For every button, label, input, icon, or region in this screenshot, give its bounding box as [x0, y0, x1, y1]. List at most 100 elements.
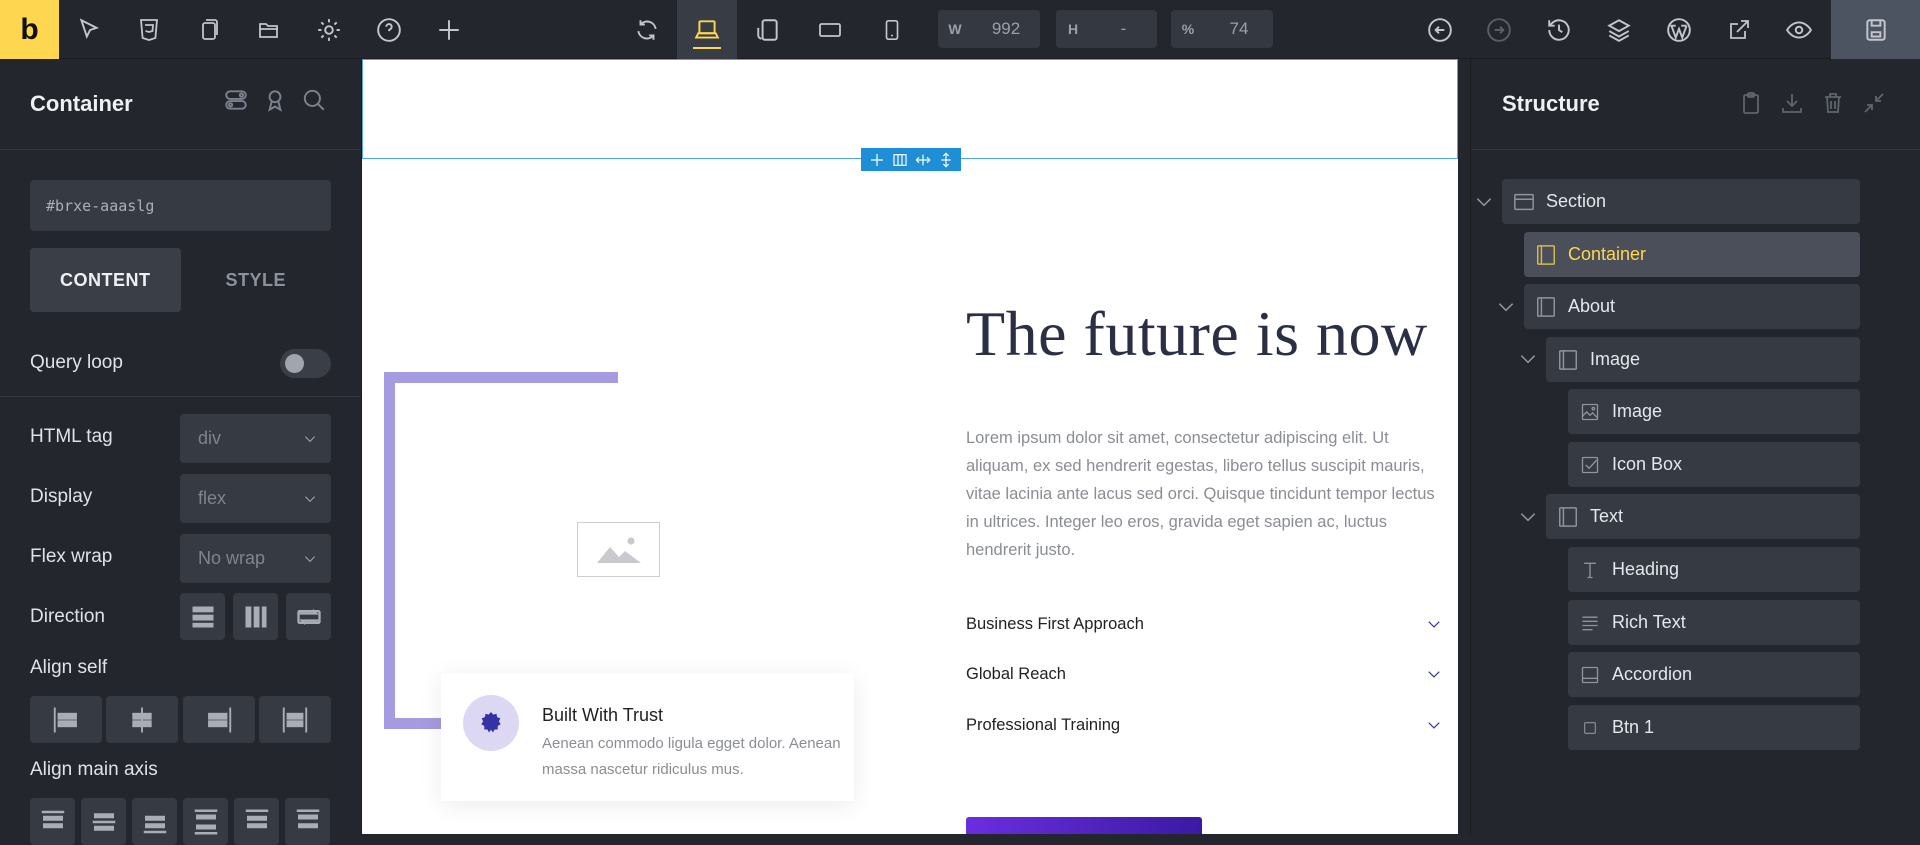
- save-button[interactable]: [1831, 0, 1920, 59]
- chevron-down-icon[interactable]: [1496, 297, 1516, 317]
- redo-icon[interactable]: [1469, 0, 1529, 59]
- element-settings-panel: Container #brxe-aaaslg CONTENT STYLE Que…: [0, 59, 362, 845]
- container-icon: [1524, 296, 1568, 318]
- flex-wrap-label: Flex wrap: [30, 546, 113, 567]
- zoom-value[interactable]: 74: [1205, 19, 1273, 39]
- toggle-switch-icon[interactable]: [223, 87, 249, 113]
- add-icon[interactable]: [869, 152, 885, 168]
- tablet-rotate-icon[interactable]: [738, 0, 798, 59]
- justify-evenly-button[interactable]: [285, 798, 330, 845]
- justify-around-button[interactable]: [234, 798, 279, 845]
- tab-content[interactable]: CONTENT: [30, 248, 181, 312]
- structure-item-section[interactable]: Section: [1502, 179, 1860, 224]
- help-icon[interactable]: [359, 0, 419, 59]
- width-value[interactable]: 992: [972, 19, 1040, 39]
- accordion-item[interactable]: Global Reach: [966, 659, 1441, 689]
- flex-wrap-select[interactable]: No wrap: [180, 534, 331, 583]
- accordion-item[interactable]: Business First Approach: [966, 609, 1441, 639]
- css-id-field[interactable]: #brxe-aaaslg: [30, 180, 331, 231]
- external-link-icon[interactable]: [1709, 0, 1769, 59]
- container-icon: [1546, 349, 1590, 371]
- query-loop-label: Query loop: [30, 352, 123, 373]
- justify-center-button[interactable]: [81, 798, 126, 845]
- move-horizontal-icon[interactable]: [914, 152, 931, 168]
- chevron-down-icon[interactable]: [1518, 349, 1538, 369]
- justify-start-button[interactable]: [30, 798, 75, 845]
- trash-icon[interactable]: [1821, 91, 1845, 115]
- structure-item-icon-box[interactable]: Icon Box: [1568, 442, 1860, 487]
- clipboard-icon[interactable]: [1739, 91, 1763, 115]
- history-icon[interactable]: [1529, 0, 1589, 59]
- accordion-title: Business First Approach: [966, 614, 1144, 633]
- chevron-down-icon[interactable]: [1518, 507, 1538, 527]
- mobile-icon[interactable]: [862, 0, 922, 59]
- structure-item-label: Icon Box: [1612, 454, 1683, 474]
- bricks-logo[interactable]: b: [0, 0, 59, 59]
- hero-rich-text[interactable]: Lorem ipsum dolor sit amet, consectetur …: [966, 424, 1446, 564]
- align-self-stretch-button[interactable]: [259, 696, 331, 743]
- move-vertical-icon[interactable]: [938, 151, 954, 168]
- selected-container-outline[interactable]: [362, 59, 1458, 159]
- align-self-start-button[interactable]: [30, 696, 102, 743]
- image-placeholder[interactable]: [577, 522, 660, 577]
- display-select[interactable]: flex: [180, 474, 331, 523]
- structure-item-image[interactable]: Image: [1568, 389, 1860, 434]
- accordion-item[interactable]: Professional Training: [966, 710, 1441, 740]
- direction-row-button[interactable]: [233, 593, 278, 640]
- direction-column-button[interactable]: [180, 593, 225, 640]
- container-icon: [1524, 244, 1568, 266]
- align-self-end-button[interactable]: [183, 696, 255, 743]
- undo-icon[interactable]: [1410, 0, 1470, 59]
- tablet-landscape-icon[interactable]: [800, 0, 860, 59]
- query-loop-toggle[interactable]: [280, 349, 331, 378]
- align-self-center-button[interactable]: [106, 696, 178, 743]
- cta-button[interactable]: [966, 817, 1202, 834]
- structure-item-rich-text[interactable]: Rich Text: [1568, 600, 1860, 645]
- structure-item-accordion[interactable]: Accordion: [1568, 652, 1860, 697]
- structure-item-text-block[interactable]: Text: [1546, 494, 1860, 539]
- display-value: flex: [198, 488, 227, 508]
- height-field[interactable]: H -: [1056, 10, 1157, 48]
- icon-box-card[interactable]: Built With Trust Aenean commodo ligula e…: [441, 673, 854, 801]
- height-value[interactable]: -: [1090, 19, 1157, 39]
- section-icon: [1502, 191, 1546, 213]
- wordpress-icon[interactable]: [1649, 0, 1709, 59]
- add-element-icon[interactable]: [419, 0, 479, 59]
- chevron-down-icon: [1428, 671, 1440, 678]
- folder-icon[interactable]: [239, 0, 299, 59]
- settings-tabs: CONTENT STYLE: [30, 248, 331, 312]
- divider: [0, 396, 361, 397]
- select-pointer-icon[interactable]: [59, 0, 119, 59]
- settings-gear-icon[interactable]: [299, 0, 359, 59]
- columns-icon[interactable]: [892, 152, 908, 168]
- collapse-icon[interactable]: [1862, 91, 1886, 115]
- structure-item-label: Container: [1568, 244, 1647, 264]
- builder-canvas[interactable]: Built With Trust Aenean commodo ligula e…: [362, 59, 1458, 834]
- refresh-icon[interactable]: [617, 0, 677, 59]
- preview-eye-icon[interactable]: [1769, 0, 1829, 59]
- layers-icon[interactable]: [1589, 0, 1649, 59]
- structure-item-image-block[interactable]: Image: [1546, 337, 1860, 382]
- justify-end-button[interactable]: [132, 798, 177, 845]
- conditions-icon[interactable]: [262, 87, 288, 113]
- html-tag-select[interactable]: div: [180, 414, 331, 463]
- structure-item-heading[interactable]: Heading: [1568, 547, 1860, 592]
- width-label: W: [948, 21, 962, 37]
- pages-icon[interactable]: [179, 0, 239, 59]
- structure-item-container[interactable]: Container: [1524, 232, 1860, 277]
- css3-icon[interactable]: [119, 0, 179, 59]
- chevron-down-icon[interactable]: [1474, 192, 1494, 212]
- structure-item-label: Text: [1590, 506, 1624, 526]
- laptop-breakpoint-icon[interactable]: [677, 0, 737, 59]
- html-tag-value: div: [198, 428, 222, 448]
- direction-reverse-button[interactable]: [286, 593, 331, 640]
- structure-item-about[interactable]: About: [1524, 284, 1860, 329]
- width-field[interactable]: W 992: [938, 10, 1040, 48]
- search-icon[interactable]: [301, 87, 327, 113]
- hero-heading[interactable]: The future is now: [966, 297, 1428, 371]
- zoom-field[interactable]: % 74: [1171, 10, 1273, 48]
- structure-item-button[interactable]: Btn 1: [1568, 705, 1860, 750]
- tab-style[interactable]: STYLE: [181, 248, 332, 312]
- justify-between-button[interactable]: [183, 798, 228, 845]
- download-icon[interactable]: [1780, 91, 1804, 115]
